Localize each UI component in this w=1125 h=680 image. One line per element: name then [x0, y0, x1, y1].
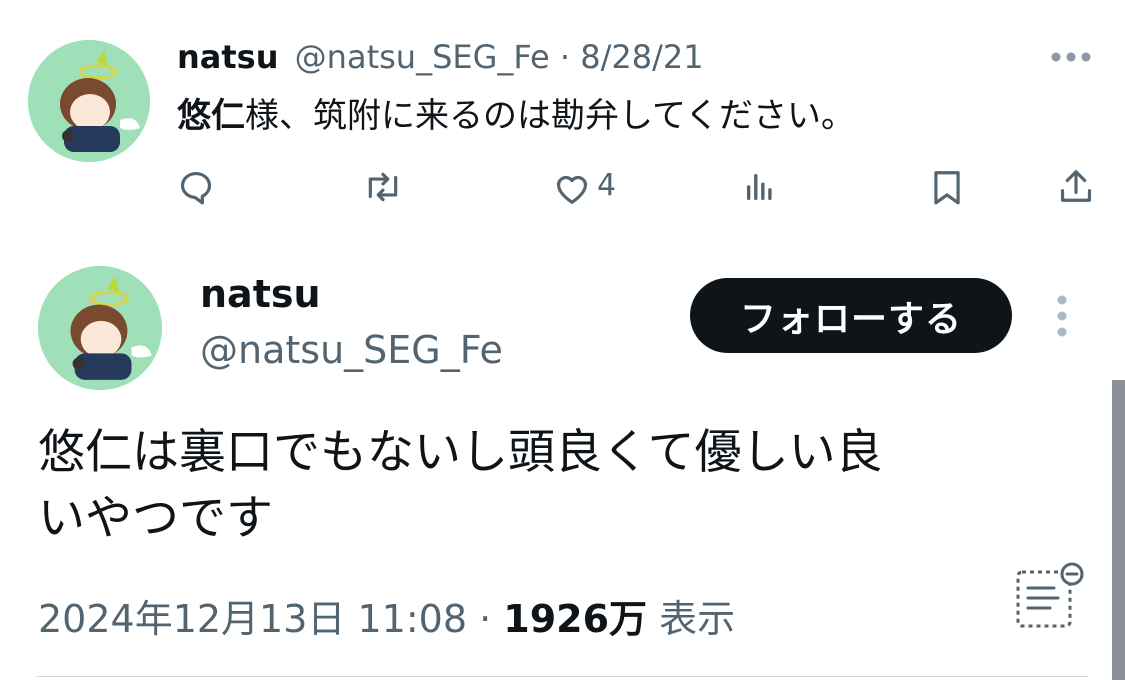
- reply-display-name[interactable]: natsu: [177, 38, 279, 76]
- tweet-avatar[interactable]: [38, 266, 162, 390]
- like-count[interactable]: 4: [597, 168, 616, 203]
- reply-date[interactable]: 8/28/21: [580, 38, 703, 76]
- follow-button[interactable]: フォローする: [690, 278, 1012, 353]
- reply-text-bold: 悠仁: [177, 96, 245, 136]
- scrollbar[interactable]: [1112, 380, 1125, 680]
- bookmark-icon[interactable]: [929, 168, 965, 206]
- reply-text: 悠仁様、筑附に来るのは勘弁してください。: [177, 88, 855, 137]
- tweet-meta: 2024年12月13日 11:08 · 1926万 表示: [38, 588, 735, 643]
- reply-separator: ·: [559, 38, 571, 76]
- reply-text-rest: 様、筑附に来るのは勘弁してください。: [245, 96, 855, 136]
- avatar-illustration-icon: [38, 266, 162, 390]
- tweet-display-name[interactable]: natsu: [200, 272, 321, 316]
- tweet-handle[interactable]: @natsu_SEG_Fe: [200, 328, 503, 372]
- views-icon[interactable]: [742, 170, 778, 204]
- meta-separator: ·: [479, 597, 492, 641]
- retweet-icon[interactable]: [362, 168, 404, 206]
- tweet-body-line: いやつです: [38, 491, 273, 546]
- share-icon[interactable]: [1057, 166, 1095, 206]
- views-count: 1926万: [503, 597, 648, 641]
- more-horizontal-icon[interactable]: [1050, 50, 1092, 64]
- divider: [36, 676, 1088, 677]
- tweet-body: 悠仁は裏口でもないし頭良くて優しい良 いやつです: [38, 420, 883, 552]
- reply-avatar[interactable]: [28, 40, 150, 162]
- views-label: 表示: [659, 597, 736, 641]
- more-vertical-icon[interactable]: [1054, 294, 1070, 338]
- translate-notes-icon[interactable]: [1012, 560, 1086, 630]
- like-icon[interactable]: [553, 170, 591, 206]
- reply-header: natsu @natsu_SEG_Fe · 8/28/21: [177, 38, 704, 78]
- reply-handle[interactable]: @natsu_SEG_Fe: [295, 38, 550, 76]
- avatar-illustration-icon: [28, 40, 150, 162]
- tweet-body-line: 悠仁は裏口でもないし頭良くて優しい良: [38, 425, 883, 480]
- reply-icon[interactable]: [177, 168, 215, 206]
- tweet-timestamp[interactable]: 2024年12月13日 11:08: [38, 597, 467, 641]
